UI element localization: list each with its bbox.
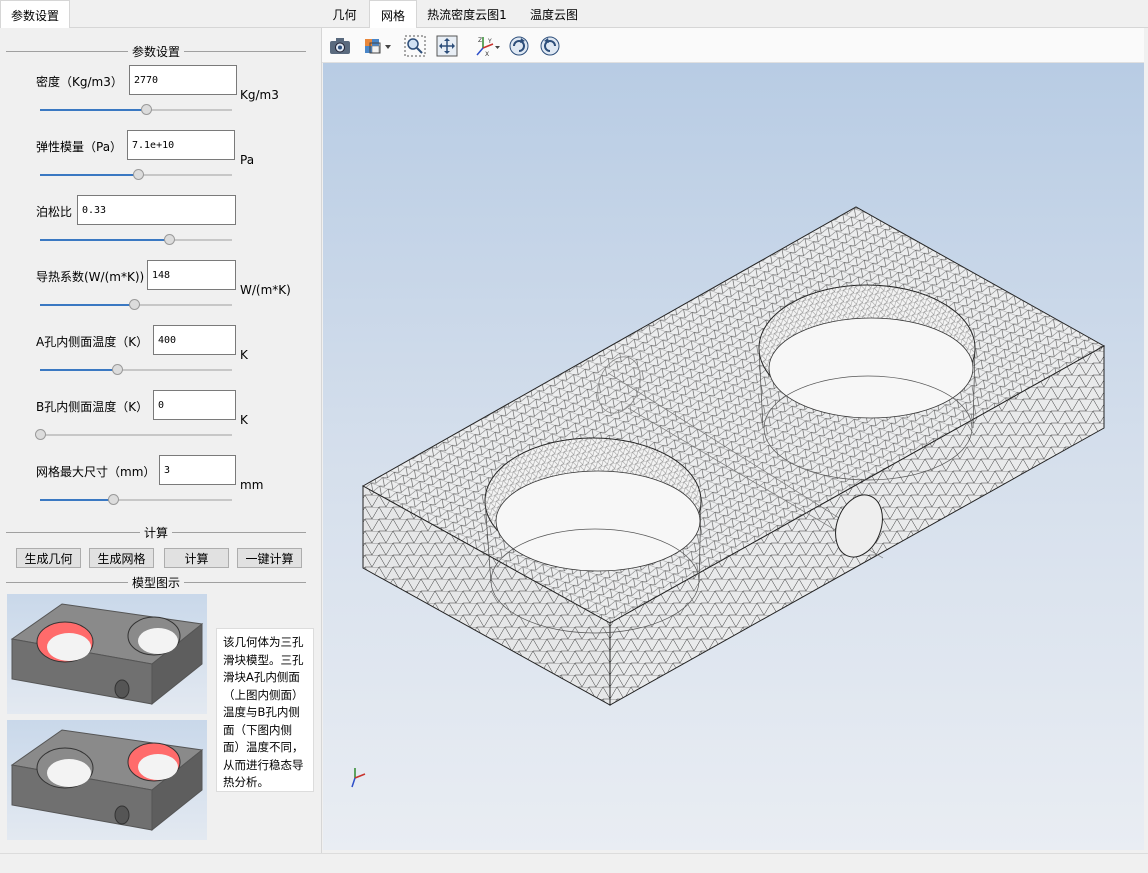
tab-temperature[interactable]: 温度云图	[519, 0, 589, 28]
svg-text:Y: Y	[487, 38, 492, 45]
hole-a-temp-label: A孔内侧面温度（K）	[36, 335, 149, 349]
one-click-compute-button[interactable]: 一键计算	[237, 548, 302, 568]
generate-mesh-button[interactable]: 生成网格	[89, 548, 154, 568]
hole-b-temp-input[interactable]: 0	[153, 390, 236, 420]
density-label: 密度（Kg/m3）	[36, 75, 123, 89]
model-section-title: 模型图示	[6, 575, 306, 590]
model-description: 该几何体为三孔滑块模型。三孔滑块A孔内侧面（上图内侧面）温度与B孔内侧面（下图内…	[216, 628, 314, 792]
hole-b-temp-unit: K	[240, 413, 248, 427]
axis-triad	[351, 768, 366, 788]
view-toolbar: ZYX	[322, 28, 1144, 63]
generate-geometry-button[interactable]: 生成几何	[16, 548, 81, 568]
model-image-hole-b	[7, 720, 207, 840]
hole-a-temp-slider[interactable]	[40, 364, 232, 376]
mesh-size-input[interactable]: 3	[159, 455, 236, 485]
hole-a-temp-unit: K	[240, 348, 248, 362]
mesh-size-slider[interactable]	[40, 494, 232, 506]
youngs-modulus-input[interactable]: 7.1e+10	[127, 130, 235, 160]
params-panel: 参数设置 密度（Kg/m3） 2770 Kg/m3 弹性模量（Pa） 7.1e+…	[0, 28, 322, 853]
tab-heat-flux[interactable]: 热流密度云图1	[419, 0, 515, 28]
youngs-modulus-label: 弹性模量（Pa）	[36, 140, 123, 154]
model-image-hole-a	[7, 594, 207, 714]
hole-a-temp-input[interactable]: 400	[153, 325, 236, 355]
density-input[interactable]: 2770	[129, 65, 237, 95]
mesh-size-unit: mm	[240, 478, 264, 492]
rotate-ccw-icon[interactable]	[537, 33, 563, 59]
density-slider[interactable]	[40, 104, 232, 116]
hole-b-temp-slider[interactable]	[35, 429, 232, 441]
tab-params[interactable]: 参数设置	[0, 0, 70, 29]
view-cube-icon[interactable]	[361, 33, 395, 59]
camera-icon[interactable]	[327, 33, 353, 59]
tab-mesh[interactable]: 网格	[369, 0, 417, 29]
fit-all-icon[interactable]	[434, 33, 460, 59]
zoom-box-icon[interactable]	[402, 33, 428, 59]
density-unit: Kg/m3	[240, 88, 279, 102]
params-section-title: 参数设置	[6, 44, 306, 59]
left-tab-bar: 参数设置	[0, 0, 322, 29]
compute-button[interactable]: 计算	[164, 548, 229, 568]
svg-text:Z: Z	[478, 37, 482, 44]
thermal-conductivity-input[interactable]: 148	[147, 260, 236, 290]
mesh-model	[351, 206, 1106, 788]
status-bar	[0, 853, 1148, 873]
thermal-conductivity-label: 导热系数(W/(m*K))	[36, 270, 145, 284]
poisson-ratio-label: 泊松比	[36, 205, 73, 219]
rotate-cw-icon[interactable]	[506, 33, 532, 59]
axes-icon[interactable]: ZYX	[472, 33, 502, 59]
thermal-conductivity-unit: W/(m*K)	[240, 283, 291, 297]
mesh-size-label: 网格最大尺寸（mm）	[36, 465, 156, 479]
tab-geometry[interactable]: 几何	[322, 0, 367, 28]
calc-section-title: 计算	[6, 525, 306, 540]
youngs-modulus-slider[interactable]	[40, 169, 232, 181]
view-tab-bar: 几何 网格 热流密度云图1 温度云图	[322, 0, 1148, 29]
mesh-viewport[interactable]	[323, 63, 1144, 850]
poisson-ratio-slider[interactable]	[40, 234, 232, 246]
youngs-modulus-unit: Pa	[240, 153, 255, 167]
svg-text:X: X	[485, 51, 489, 58]
thermal-conductivity-slider[interactable]	[40, 299, 232, 311]
poisson-ratio-input[interactable]: 0.33	[77, 195, 236, 225]
hole-b-temp-label: B孔内侧面温度（K）	[36, 400, 149, 414]
